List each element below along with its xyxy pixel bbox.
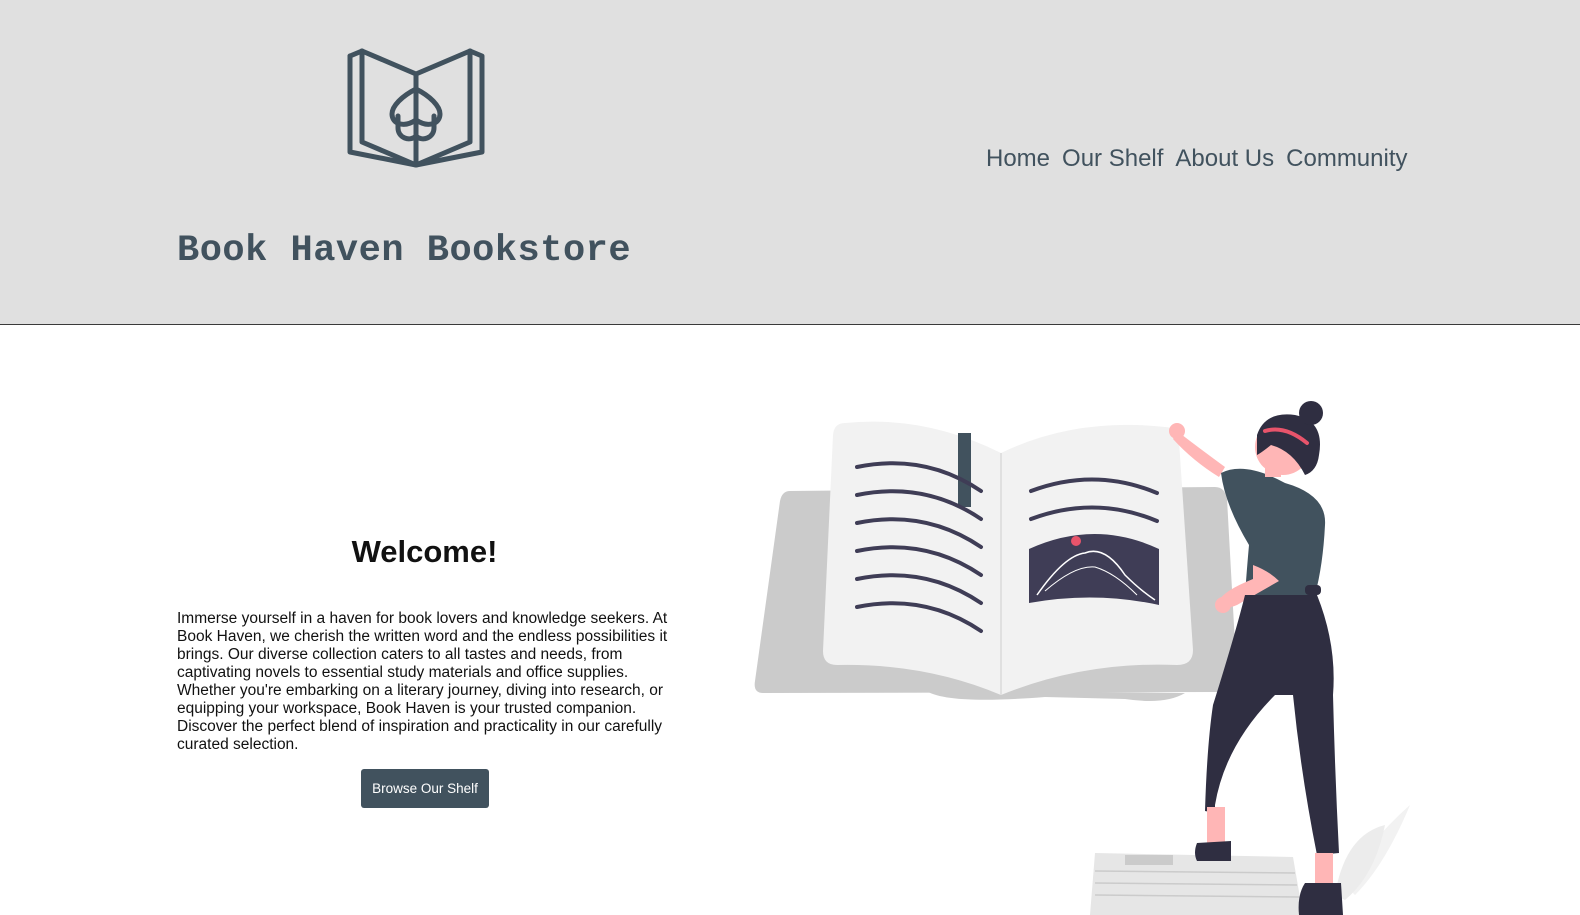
site-header: Book Haven Bookstore Home Our Shelf Abou… [0,0,1580,325]
nav-community[interactable]: Community [1286,145,1407,173]
nav-our-shelf[interactable]: Our Shelf [1062,145,1163,173]
welcome-heading: Welcome! [351,534,498,569]
welcome-paragraph: Immerse yourself in a haven for book lov… [177,610,668,753]
nav-about-us[interactable]: About Us [1175,145,1274,173]
book-logo-icon[interactable] [340,34,490,170]
nav-home[interactable]: Home [986,145,1050,173]
browse-shelf-button[interactable]: Browse Our Shelf [361,769,489,808]
main-nav: Home Our Shelf About Us Community [986,145,1408,173]
woman-reading-book-illustration [754,401,1410,915]
site-title: Book Haven Bookstore [177,230,632,272]
